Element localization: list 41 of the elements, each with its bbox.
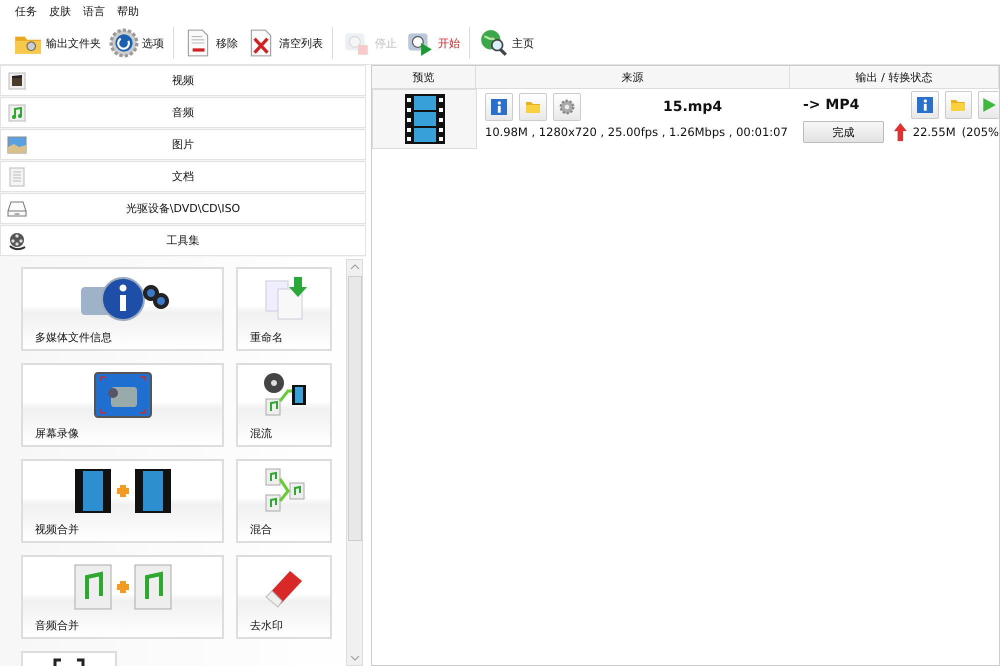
toolbar-button[interactable]: 选项: [106, 28, 167, 58]
tool-tile[interactable]: 视频合并: [21, 459, 224, 543]
status-button[interactable]: 完成: [803, 121, 884, 143]
category-tab[interactable]: 视频: [0, 65, 366, 96]
toolbar-button[interactable]: 移除: [180, 28, 241, 58]
tool-tile[interactable]: 音频合并: [21, 555, 224, 639]
tool-tile[interactable]: 混合: [236, 459, 332, 543]
file-details: 10.98M , 1280x720 , 25.00fps , 1.26Mbps , 00:01:07: [485, 125, 789, 139]
tool-tile[interactable]: 去水印: [236, 555, 332, 639]
category-tab[interactable]: 工具集: [0, 225, 366, 256]
tool-label: 视频合并: [35, 522, 79, 537]
tool-label: 音频合并: [35, 618, 79, 633]
tool-tile[interactable]: 重命名: [236, 267, 332, 351]
column-header[interactable]: 输出 / 转换状态: [790, 66, 999, 88]
file-name: 15.mp4: [663, 99, 722, 115]
tool-tile[interactable]: 多媒体文件信息: [21, 267, 224, 351]
tool-tile[interactable]: 屏幕录像: [21, 363, 224, 447]
size-ratio: (205%: [962, 125, 999, 139]
toolbar-button[interactable]: 输出文件夹: [10, 28, 104, 58]
toolbar-button[interactable]: 清空列表: [243, 28, 326, 58]
output-size: 22.55M: [912, 125, 956, 139]
column-header[interactable]: 来源: [476, 66, 790, 88]
category-tab[interactable]: 图片: [0, 129, 366, 160]
tool-label: 重命名: [250, 330, 283, 345]
category-tab[interactable]: 音频: [0, 97, 366, 128]
tool-tile[interactable]: 混流: [236, 363, 332, 447]
menu-item[interactable]: 皮肤: [43, 4, 77, 18]
menu-item[interactable]: 帮助: [111, 4, 145, 18]
tool-label: 去水印: [250, 618, 283, 633]
tool-label: 多媒体文件信息: [35, 330, 112, 345]
category-tab[interactable]: 文档: [0, 161, 366, 192]
menu-item[interactable]: 任务: [9, 4, 43, 18]
toolbar-button[interactable]: 主页: [476, 28, 537, 58]
tool-label: 屏幕录像: [35, 426, 79, 441]
tool-label: 混合: [250, 522, 272, 537]
toolbar-button[interactable]: 开始: [402, 28, 463, 58]
category-tab[interactable]: 光驱设备\DVD\CD\ISO: [0, 193, 366, 224]
output-format: -> MP4: [803, 97, 860, 113]
column-header[interactable]: 预览: [372, 66, 476, 88]
menu-item[interactable]: 语言: [77, 4, 111, 18]
tool-label: 混流: [250, 426, 272, 441]
